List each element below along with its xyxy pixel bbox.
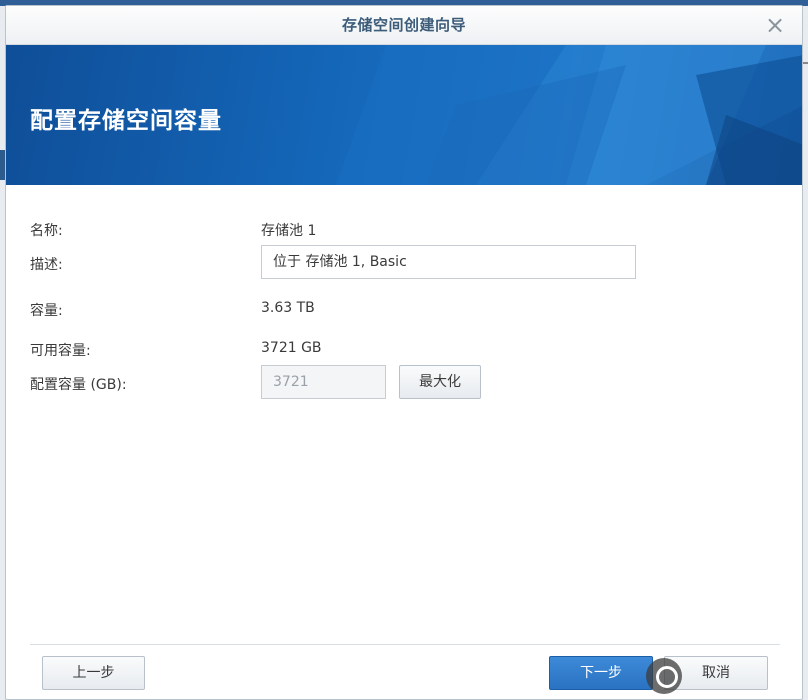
allocated-row: 配置容量 (GB): 3721 最大化 [30, 365, 780, 399]
capacity-value: 3.63 TB [261, 300, 315, 316]
wizard-dialog: 存储空间创建向导 × 配置存储空间容量 名称: 存储池 1 描述: 位于 存储池… [5, 5, 803, 700]
name-label: 名称: [30, 223, 63, 239]
capacity-label: 容量: [30, 303, 63, 319]
back-button[interactable]: 上一步 [42, 656, 145, 690]
name-value: 存储池 1 [261, 223, 317, 239]
maximize-button[interactable]: 最大化 [399, 365, 481, 399]
next-button[interactable]: 下一步 [549, 656, 653, 690]
name-row: 名称: 存储池 1 [30, 212, 780, 244]
wizard-banner: 配置存储空间容量 [6, 45, 802, 185]
dialog-titlebar: 存储空间创建向导 × [6, 6, 802, 45]
allocated-input[interactable]: 3721 [261, 365, 386, 399]
close-icon[interactable]: × [762, 12, 788, 38]
watermark-icon [646, 658, 682, 694]
allocated-label: 配置容量 (GB): [30, 377, 127, 393]
description-label: 描述: [30, 257, 63, 273]
available-row: 可用容量: 3721 GB [30, 332, 780, 364]
description-input[interactable]: 位于 存储池 1, Basic [261, 245, 636, 279]
available-label: 可用容量: [30, 343, 91, 359]
description-row: 描述: 位于 存储池 1, Basic [30, 245, 780, 279]
available-value: 3721 GB [261, 340, 322, 356]
page-heading: 配置存储空间容量 [30, 108, 222, 134]
footer-divider [30, 644, 780, 645]
dialog-title: 存储空间创建向导 [341, 16, 466, 34]
capacity-row: 容量: 3.63 TB [30, 292, 780, 324]
